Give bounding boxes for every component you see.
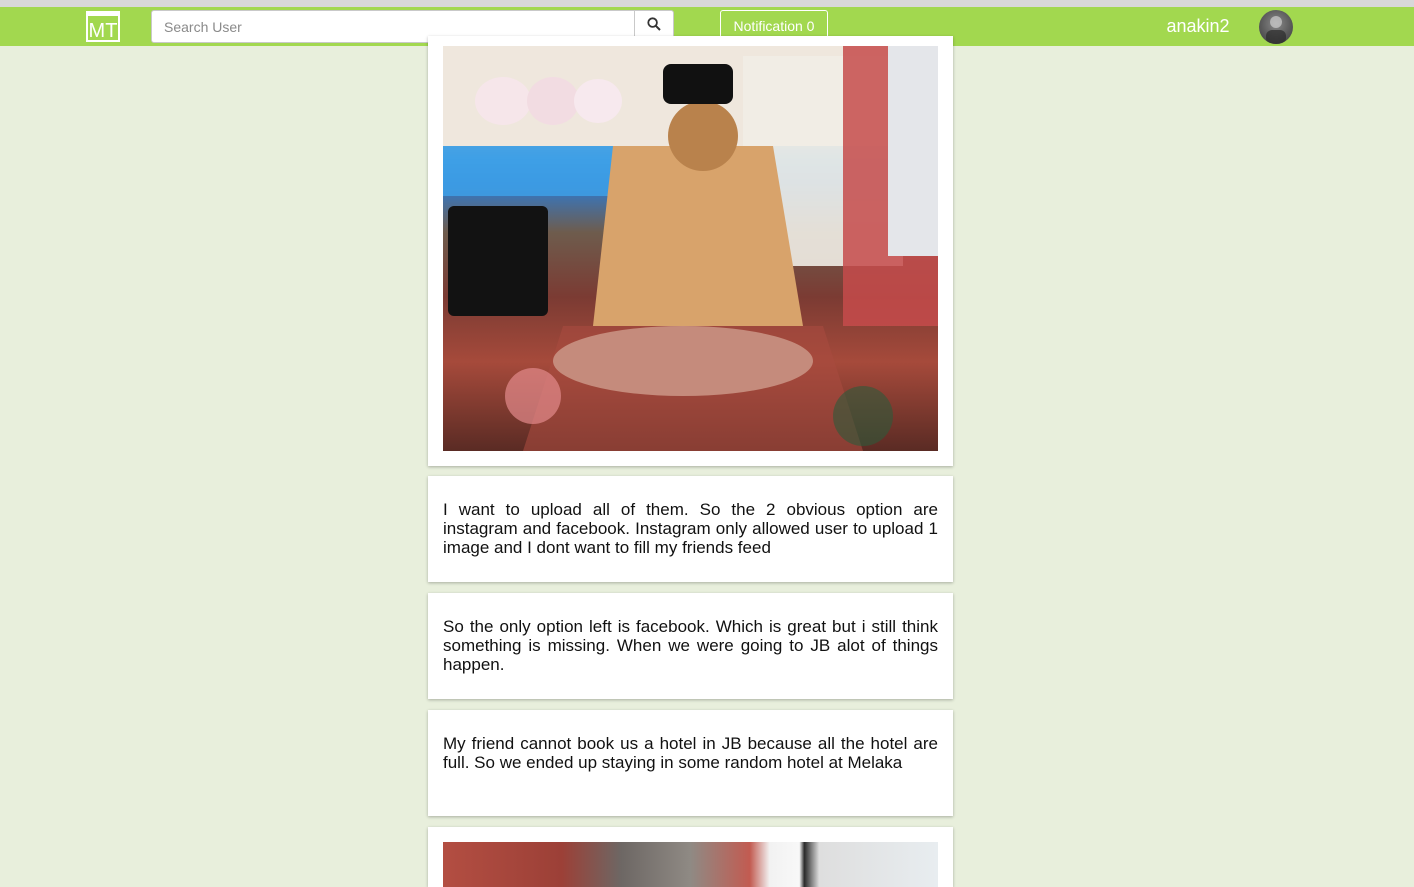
username-link[interactable]: anakin2 (1150, 7, 1246, 46)
mt-logo-icon[interactable]: MT (86, 11, 120, 42)
browser-top-strip (0, 0, 1414, 7)
logo-text: MT (89, 20, 118, 42)
post-photo[interactable] (443, 46, 938, 451)
text-card: I want to upload all of them. So the 2 o… (428, 476, 953, 582)
image-card (428, 36, 953, 466)
post-photo[interactable] (443, 842, 938, 887)
post-text: My friend cannot book us a hotel in JB b… (443, 734, 938, 772)
post-text: So the only option left is facebook. Whi… (443, 617, 938, 674)
text-card: My friend cannot book us a hotel in JB b… (428, 710, 953, 816)
image-card (428, 827, 953, 887)
text-card: So the only option left is facebook. Whi… (428, 593, 953, 699)
post-text: I want to upload all of them. So the 2 o… (443, 500, 938, 557)
search-icon (647, 17, 661, 36)
user-avatar[interactable] (1259, 10, 1293, 44)
